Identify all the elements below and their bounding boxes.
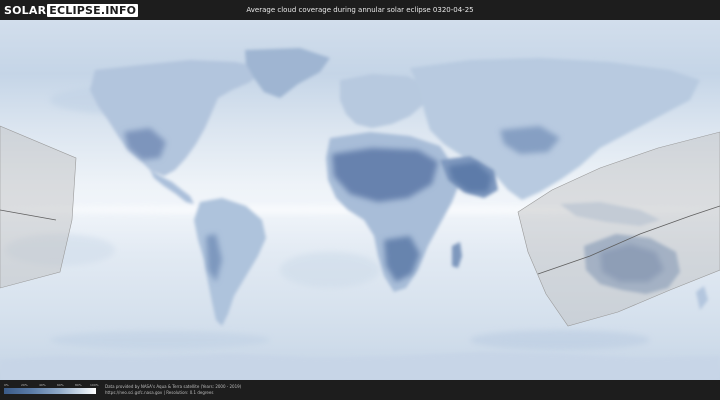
map-title: Average cloud coverage during annular so… [246, 6, 474, 14]
legend-label-40: 40% [39, 383, 46, 387]
attribution-source-url[interactable]: https://neo.sci.gsfc.nasa.gov | Resoluti… [105, 390, 241, 396]
legend-label-60: 60% [57, 383, 64, 387]
legend-label-80: 80% [75, 383, 82, 387]
footer-bar: 0% 20% 40% 60% 80% 100% Data provided by… [0, 380, 720, 400]
cloud-coverage-legend-bar [4, 388, 96, 394]
legend-label-0: 0% [4, 383, 9, 387]
header-bar: SOLAR ECLIPSE.INFO Average cloud coverag… [0, 0, 720, 20]
cloud-coverage-map[interactable] [0, 20, 720, 380]
page: SOLAR ECLIPSE.INFO Average cloud coverag… [0, 0, 720, 400]
legend-label-100: 100% [90, 383, 99, 387]
attribution: Data provided by NASA's Aqua & Terra sat… [105, 384, 241, 396]
legend-label-20: 20% [21, 383, 28, 387]
